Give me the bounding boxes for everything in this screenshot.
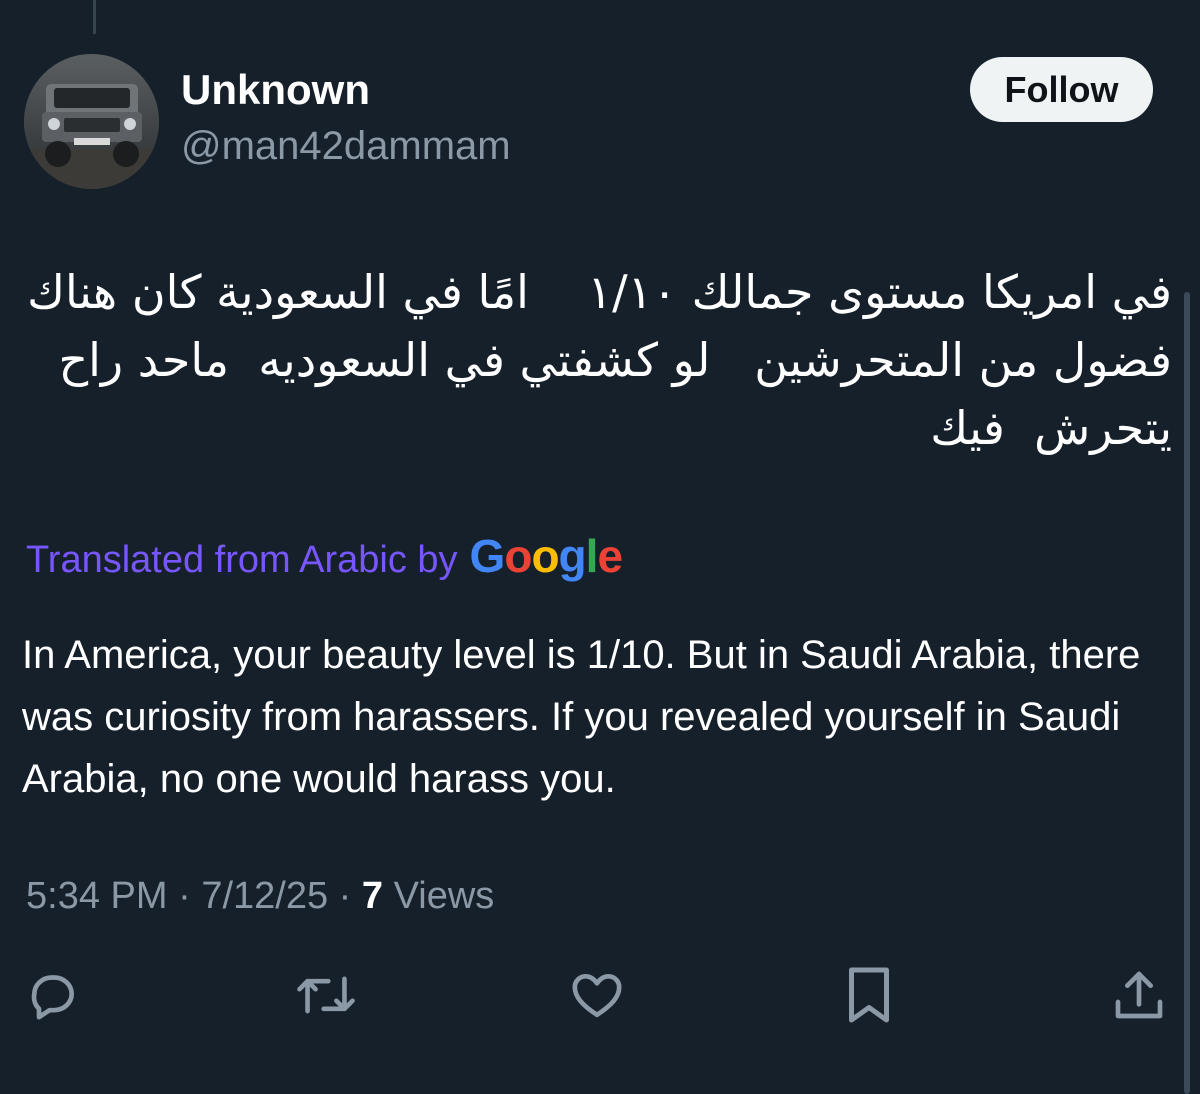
- google-logo-letter: o: [504, 530, 532, 582]
- author-display-name[interactable]: Unknown: [181, 66, 370, 114]
- action-bar: [0, 960, 1200, 1030]
- tweet-translated-text: In America, your beauty level is 1/10. B…: [22, 633, 1141, 801]
- share-button[interactable]: [1104, 960, 1174, 1030]
- retweet-button[interactable]: [291, 960, 361, 1030]
- tweet-date[interactable]: 7/12/25: [201, 875, 328, 917]
- translation-attribution[interactable]: Translated from Arabic by Google: [26, 530, 623, 584]
- retweet-icon: [297, 976, 355, 1014]
- google-logo-letter: o: [531, 530, 559, 582]
- tweet-meta: 5:34 PM · 7/12/25 · 7 Views: [26, 872, 494, 920]
- reply-icon: [31, 975, 74, 1020]
- author-handle[interactable]: @man42dammam: [181, 122, 511, 170]
- heart-icon: [572, 974, 622, 1018]
- meta-separator: ·: [338, 875, 352, 917]
- follow-button[interactable]: Follow: [970, 57, 1153, 122]
- google-logo-letter: e: [597, 530, 623, 582]
- reply-button[interactable]: [18, 960, 88, 1030]
- tweet-original-text: في امريكا مستوى جمالك ١/١٠ امًا في السعو…: [12, 265, 1172, 455]
- google-logo-letter: g: [558, 530, 587, 582]
- google-logo-letter: G: [469, 530, 506, 582]
- avatar[interactable]: [24, 54, 159, 189]
- meta-separator: ·: [178, 875, 191, 917]
- views-label: Views: [393, 875, 495, 917]
- google-logo: Google: [469, 530, 623, 582]
- share-icon: [1115, 971, 1163, 1019]
- like-button[interactable]: [562, 960, 632, 1030]
- thread-connector-line: [93, 0, 96, 34]
- translation-label: Translated from Arabic by: [26, 539, 458, 581]
- bookmark-button[interactable]: [834, 960, 904, 1030]
- tweet-time[interactable]: 5:34 PM: [26, 875, 168, 917]
- bookmark-icon: [849, 967, 889, 1023]
- views-count: 7: [361, 875, 384, 917]
- google-logo-letter: l: [585, 530, 599, 582]
